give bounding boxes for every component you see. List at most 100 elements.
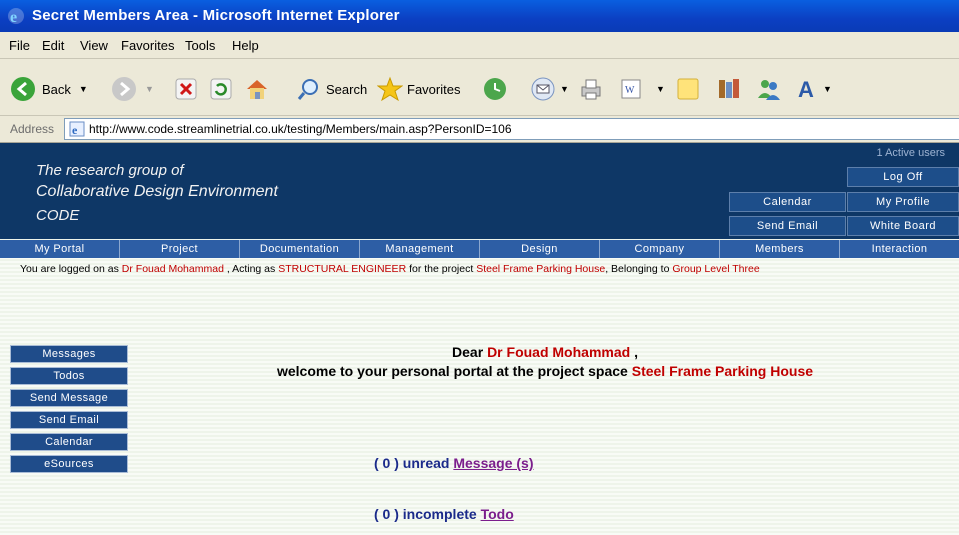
history-button[interactable] [482,76,508,102]
menu-help[interactable]: Help [232,38,259,53]
messenger-button[interactable] [756,76,782,102]
calendar-button[interactable]: Calendar [729,192,846,212]
back-label: Back [42,81,71,97]
research-books-icon [719,79,739,98]
font-size-button[interactable]: A ▼ [795,76,832,102]
nav-company[interactable]: Company [600,240,720,258]
welcome-line1: Dear Dr Fouad Mohammad , [140,343,950,362]
svg-text:W: W [625,85,635,96]
welcome-user-name: Dr Fouad Mohammad [487,344,631,360]
stop-button[interactable] [175,78,197,100]
search-label: Search [326,81,368,97]
welcome-project: Steel Frame Parking House [631,363,814,379]
nav-design[interactable]: Design [480,240,600,258]
active-users-count: 1 Active users [876,147,945,159]
discuss-button[interactable] [676,77,700,101]
site-header: The research group of Collaborative Desi… [0,143,959,239]
forward-arrow-icon [112,77,136,101]
status-project: Steel Frame Parking House [476,263,606,275]
word-edit-icon: W [621,79,641,99]
status-text: You are logged on as [20,263,122,275]
menu-favorites[interactable]: Favorites [121,38,174,53]
welcome-comma: , [630,344,638,360]
ie-logo-icon: e [8,8,24,26]
page-icon: e [69,121,85,137]
menu-view[interactable]: View [80,38,108,53]
browser-window: e Secret Members Area - Microsoft Intern… [0,0,959,535]
mail-icon [531,77,555,101]
research-button[interactable] [716,76,742,102]
address-url: http://www.code.streamlinetrial.co.uk/te… [89,122,512,136]
back-arrow-icon [11,77,35,101]
svg-text:A: A [798,77,814,102]
incomplete-todos-counter: ( 0 ) incomplete Todo [374,506,514,522]
sidebar-messages[interactable]: Messages [10,345,128,363]
menu-edit[interactable]: Edit [42,38,64,53]
home-icon [247,80,267,99]
nav-documentation[interactable]: Documentation [240,240,360,258]
refresh-button[interactable] [210,78,232,100]
svg-text:e: e [10,9,17,26]
status-text: for the project [406,263,477,275]
sidebar-esources[interactable]: eSources [10,455,128,473]
forward-dropdown-icon[interactable]: ▼ [145,84,154,94]
header-line1: The research group of [36,162,184,179]
favorites-star-icon [377,76,403,102]
my-profile-button[interactable]: My Profile [847,192,959,212]
page-content: The research group of Collaborative Desi… [0,143,959,535]
history-icon [484,78,506,100]
sidebar-calendar[interactable]: Calendar [10,433,128,451]
home-button[interactable] [244,76,270,102]
toolbar: Back ▼ ▼ Search Favorites ▼ W ▼ A ▼ [0,59,959,116]
welcome-line2: welcome to your personal portal at the p… [140,362,950,381]
address-input[interactable]: e http://www.code.streamlinetrial.co.uk/… [64,118,959,140]
header-line3: CODE [36,207,80,224]
search-icon [297,79,318,100]
logoff-button[interactable]: Log Off [847,167,959,187]
nav-project[interactable]: Project [120,240,240,258]
sidebar-send-message[interactable]: Send Message [10,389,128,407]
forward-button[interactable]: ▼ [111,76,154,102]
status-text: , Acting as [223,263,279,275]
font-size-dropdown-icon[interactable]: ▼ [823,84,832,94]
status-role: STRUCTURAL ENGINEER [278,263,407,275]
refresh-icon [210,78,232,100]
todo-link[interactable]: Todo [481,506,514,522]
note-icon [677,78,699,100]
favorites-button[interactable]: Favorites [377,76,460,102]
unread-messages-counter: ( 0 ) unread Message (s) [374,455,534,471]
status-user-name: Dr Fouad Mohammad [121,263,224,275]
nav-members[interactable]: Members [720,240,840,258]
status-group: Group Level Three [672,263,760,275]
menu-file[interactable]: File [9,38,30,53]
welcome-dear: Dear [452,344,488,360]
welcome-message: Dear Dr Fouad Mohammad , welcome to your… [140,343,950,381]
messages-link[interactable]: Message (s) [453,455,533,471]
header-line2: Collaborative Design Environment [36,183,278,200]
messenger-people-icon [758,80,780,100]
print-button[interactable] [578,76,604,102]
back-dropdown-icon[interactable]: ▼ [79,84,88,94]
white-board-button[interactable]: White Board [847,216,959,236]
mail-dropdown-icon[interactable]: ▼ [560,84,569,94]
favorites-label: Favorites [407,81,461,97]
back-button[interactable]: Back ▼ [10,76,88,102]
nav-interaction[interactable]: Interaction [840,240,959,258]
search-button[interactable]: Search [296,76,367,102]
main-nav: My Portal Project Documentation Manageme… [0,240,959,258]
send-email-header-button[interactable]: Send Email [729,216,846,236]
edit-button[interactable]: W ▼ [620,78,665,100]
title-bar: e Secret Members Area - Microsoft Intern… [0,0,959,32]
window-title: Secret Members Area - Microsoft Internet… [32,7,400,24]
menu-tools[interactable]: Tools [185,38,215,53]
incomplete-count: ( 0 ) incomplete [374,506,481,522]
svg-text:e: e [72,123,78,137]
nav-management[interactable]: Management [360,240,480,258]
mail-button[interactable]: ▼ [530,76,569,102]
nav-my-portal[interactable]: My Portal [0,240,120,258]
sidebar-todos[interactable]: Todos [10,367,128,385]
printer-icon [581,79,601,100]
sidebar-send-email[interactable]: Send Email [10,411,128,429]
menu-bar: File Edit View Favorites Tools Help [0,32,959,59]
edit-dropdown-icon[interactable]: ▼ [656,84,665,94]
